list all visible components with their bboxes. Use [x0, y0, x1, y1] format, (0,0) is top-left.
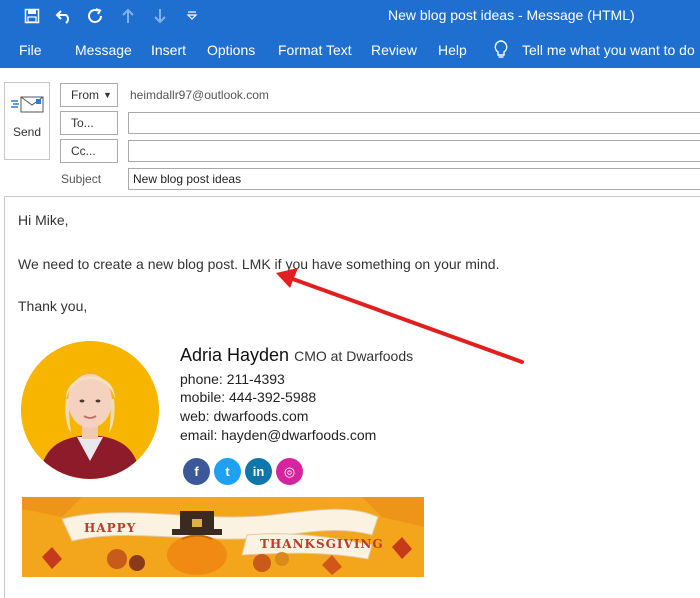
- subject-field[interactable]: New blog post ideas: [128, 168, 700, 190]
- tell-me-label: Tell me what you want to do: [522, 42, 695, 58]
- tab-format-text[interactable]: Format Text: [278, 32, 352, 68]
- cc-button[interactable]: Cc...: [60, 139, 118, 163]
- tell-me-search[interactable]: Tell me what you want to do: [494, 32, 695, 68]
- message-text: We need to create a new blog post. LMK i…: [18, 256, 500, 272]
- chevron-down-icon: ▼: [103, 90, 112, 100]
- signature-mobile: mobile: 444-392-5988: [180, 389, 317, 405]
- send-label: Send: [12, 125, 42, 139]
- signature-phone: phone: 211-4393: [180, 371, 285, 387]
- ribbon-tabs: File Message Insert Options Format Text …: [0, 32, 700, 68]
- send-icon: [11, 96, 44, 113]
- signature-role: CMO at Dwarfoods: [294, 348, 414, 364]
- send-button[interactable]: Send: [4, 82, 50, 160]
- tab-help[interactable]: Help: [438, 32, 467, 68]
- title-bar: New blog post ideas - Message (HTML): [0, 0, 700, 32]
- cc-label: Cc...: [71, 144, 96, 158]
- banner-word-happy: HAPPY: [84, 521, 137, 535]
- instagram-icon[interactable]: ◎: [276, 458, 303, 485]
- linkedin-icon[interactable]: in: [245, 458, 272, 485]
- down-arrow-icon[interactable]: [144, 0, 176, 32]
- redo-icon[interactable]: [80, 0, 112, 32]
- customize-toolbar-icon[interactable]: [176, 0, 208, 32]
- signature-name: Adria Hayden: [180, 345, 290, 365]
- closing-text: Thank you,: [18, 298, 88, 314]
- signature-name-line: Adria Hayden CMO at Dwarfoods: [180, 345, 413, 366]
- twitter-icon[interactable]: t: [214, 458, 241, 485]
- tab-file[interactable]: File: [19, 32, 42, 68]
- thanksgiving-banner: HAPPY THANKSGIVING: [22, 497, 424, 577]
- avatar: [21, 341, 159, 479]
- tab-review[interactable]: Review: [371, 32, 417, 68]
- lightbulb-icon: [494, 40, 508, 58]
- cc-field[interactable]: [128, 140, 700, 162]
- save-icon[interactable]: [16, 0, 48, 32]
- to-button[interactable]: To...: [60, 111, 118, 135]
- undo-icon[interactable]: [48, 0, 80, 32]
- to-field[interactable]: [128, 112, 700, 134]
- from-label: From: [71, 88, 99, 102]
- message-header: Send From ▼ heimdallr97@outlook.com To..…: [0, 68, 700, 196]
- to-label: To...: [71, 116, 94, 130]
- facebook-icon[interactable]: f: [183, 458, 210, 485]
- quick-access-toolbar: [0, 0, 208, 32]
- window-title: New blog post ideas - Message (HTML): [388, 7, 635, 23]
- from-button[interactable]: From ▼: [60, 83, 118, 107]
- banner-word-thanksgiving: THANKSGIVING: [260, 537, 384, 551]
- signature-web[interactable]: web: dwarfoods.com: [180, 408, 308, 424]
- signature-email[interactable]: email: hayden@dwarfoods.com: [180, 427, 376, 443]
- tab-message[interactable]: Message: [75, 32, 132, 68]
- message-body[interactable]: Hi Mike, We need to create a new blog po…: [4, 196, 700, 598]
- tab-insert[interactable]: Insert: [151, 32, 186, 68]
- subject-label: Subject: [61, 172, 102, 186]
- up-arrow-icon[interactable]: [112, 0, 144, 32]
- from-address: heimdallr97@outlook.com: [130, 88, 269, 102]
- greeting-text: Hi Mike,: [18, 212, 69, 228]
- tab-options[interactable]: Options: [207, 32, 255, 68]
